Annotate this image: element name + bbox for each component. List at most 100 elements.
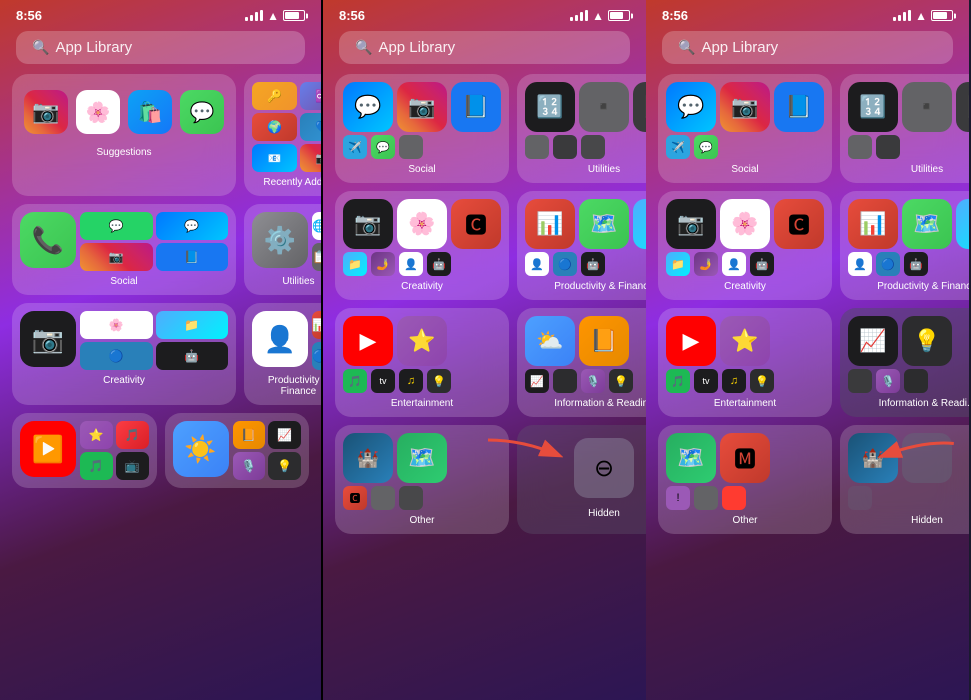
status-icons-3: ▲ [893,9,953,23]
info-row1-2: ⛅ 📙 [525,316,646,366]
entertainment-folder-2[interactable]: ▶ ⭐ 🎵 tv ♫ 💡 Entertainment [335,308,509,417]
creativity-folder-2[interactable]: 📷 🌸 🅲 📁 🤳 👤 🤖 Creativity [335,191,509,300]
app-camera-p3: 📷 [666,199,716,249]
other-folder-3[interactable]: 🗺️ 🅼 ! Other [658,425,832,534]
productivity-folder-1[interactable]: 👤 📊 📁 🔵 🤖 Productivity & Finance [244,303,321,405]
utilities-label-2: Utilities [525,164,646,175]
app-whatsapp: 💬 [80,212,153,240]
ent-row1-3: ▶ ⭐ [666,316,824,366]
hidden-icon-2: ⊖ [574,438,634,498]
entertainment-folder-3[interactable]: ▶ ⭐ 🎵 tv ♫ 💡 Entertainment [658,308,832,417]
app-tops-p2: ⭐ [397,316,447,366]
search-label-2: App Library [378,39,455,56]
prod-row2-3: 👤 🔵 🤖 [848,252,969,276]
app-books-p2: 📙 [579,316,629,366]
app-telegram-p2: ✈️ [343,135,367,159]
time-1: 8:56 [16,8,42,23]
app-camera-p2: 📷 [343,199,393,249]
app-u2-p3: ▪️ [902,82,952,132]
app-photos-p3: 🌸 [720,199,770,249]
creativity-folder-3[interactable]: 📷 🌸 🅲 📁 🤳 👤 🤖 Creativity [658,191,832,300]
app-p3c2: 🔵 [876,252,900,276]
search-bar-3[interactable]: 🔍 App Library [662,31,953,64]
other-row1-3: 🗺️ 🅼 [666,433,824,483]
app-maps2-p2: 🗺️ [397,433,447,483]
social-row2-2: ✈️ 💬 [343,135,501,159]
utilities-folder-3[interactable]: 🔢 ▪️ ⬛ Utilities [840,74,969,183]
social-apps-1: 📞 💬 💬 📷 📘 [20,212,228,271]
status-icons-2: ▲ [570,9,630,23]
app-calc-p2: 🔢 [525,82,575,132]
utils-mini: 🌐 🔢 📋 🔲 [312,212,321,271]
utilities-folder-2[interactable]: 🔢 ▪️ ⬛ Utilities [517,74,646,183]
app-photos-p2: 🌸 [397,199,447,249]
app-files-p2: 📁 [343,252,367,276]
search-bar-1[interactable]: 🔍 App Library [16,31,305,64]
app-remind-p3: 📁 [956,199,969,249]
app-earth: 🌍 [252,113,297,141]
app-passwords: 🔑 [252,82,297,110]
productivity-folder-3[interactable]: 📊 🗺️ 📁 👤 🔵 🤖 Productivity & Finance [840,191,969,300]
app-pr1: 📊 [312,311,321,339]
social-folder-3[interactable]: 💬 📷 📘 ✈️ 💬 Social [658,74,832,183]
app-remind-p2: 📁 [633,199,646,249]
bar1 [245,17,248,21]
app-settings: ⚙️ [252,212,308,268]
app-music: 🎵 [116,421,149,449]
app-maps-p3: 🗺️ [902,199,952,249]
app-prod1-p3: 📊 [848,199,898,249]
app-instagram-p2: 📷 [397,82,447,132]
search-bar-2[interactable]: 🔍 App Library [339,31,630,64]
app-files-p3: 📁 [666,252,690,276]
productivity-label-3: Productivity & Finance [848,281,969,292]
app-ent1: ⭐ [80,421,113,449]
app-podcasts-p2: 🎙️ [581,369,605,393]
suggestions-folder[interactable]: 📷 🌸 🛍️ 💬 Suggestions [12,74,236,196]
utilities-row1-3: 🔢 ▪️ ⬛ [848,82,969,132]
app-cursa-p2: 🅲 [451,199,501,249]
creativity-row1-2: 📷 🌸 🅲 [343,199,501,249]
productivity-folder-2[interactable]: 📊 🗺️ 📁 👤 🔵 🤖 Productivity & Finance [517,191,646,300]
app-messenger-p2: 💬 [343,82,393,132]
info-row2-3: 🎙️ [848,369,969,393]
utilities-folder-1[interactable]: ⚙️ 🌐 🔢 📋 🔲 Utilities [244,204,321,295]
recently-added-grid: 🔑 ♾️ 🌍 💙 📧 📸 [252,82,321,172]
app-tv-p2: tv [371,369,395,393]
app-util3: 📋 [312,243,321,271]
bottom-row-1: ▶️ ⭐ 🎵 🎵 📺 ☀️ 📙 📈 🎙️ 💡 [12,413,309,488]
info-reading-folder-3[interactable]: 📈 💡 🎙️ Information & Readi... [840,308,969,417]
app-i4: 💡 [609,369,633,393]
phone-panel-3: 8:56 ▲ 🔍 App Library [646,0,969,700]
wifi-icon-1: ▲ [267,9,279,23]
app-p2c2: 🔵 [553,252,577,276]
search-label-1: App Library [55,39,132,56]
app-messenger2: 💬 [156,212,229,240]
app-u3 [525,135,549,159]
battery-2 [608,10,630,21]
recently-added-folder[interactable]: 🔑 ♾️ 🌍 💙 📧 📸 Recently Added [244,74,321,196]
creativity-folder-1[interactable]: 📷 🌸 📁 🔵 🤖 Creativity [12,303,236,405]
app-prod1-p2: 📊 [525,199,575,249]
app-o2-p3 [694,486,718,510]
social-folder-1[interactable]: 📞 💬 💬 📷 📘 Social [12,204,236,295]
entertainment-folder-1[interactable]: ▶️ ⭐ 🎵 🎵 📺 [12,413,157,488]
reading-folder-1[interactable]: ☀️ 📙 📈 🎙️ 💡 [165,413,310,488]
app-spotify: 🎵 [80,452,113,480]
info-reading-label-3: Information & Readi... [848,398,969,409]
app-messenger-p3: 💬 [666,82,716,132]
app-h3-p3 [848,486,872,510]
app-calc-p3: 🔢 [848,82,898,132]
time-3: 8:56 [662,8,688,23]
battery-3 [931,10,953,21]
app-appstore: 🛍️ [128,90,172,134]
app-u2-p2: ▪️ [579,82,629,132]
hidden-label-3: Hidden [848,515,969,526]
info-row1-3: 📈 💡 [848,316,969,366]
social-folder-2[interactable]: 💬 📷 📘 ✈️ 💬 Social [335,74,509,183]
panel2-content: 💬 📷 📘 ✈️ 💬 Social 🔢 ▪️ ⬛ [323,74,646,694]
app-contacts-p3: 👤 [722,252,746,276]
creativity-label-3: Creativity [666,281,824,292]
suggestions-label: Suggestions [20,147,228,158]
info-reading-folder-2[interactable]: ⛅ 📙 📈 🎙️ 💡 Information & Reading [517,308,646,417]
utilities-row2-3 [848,135,969,159]
